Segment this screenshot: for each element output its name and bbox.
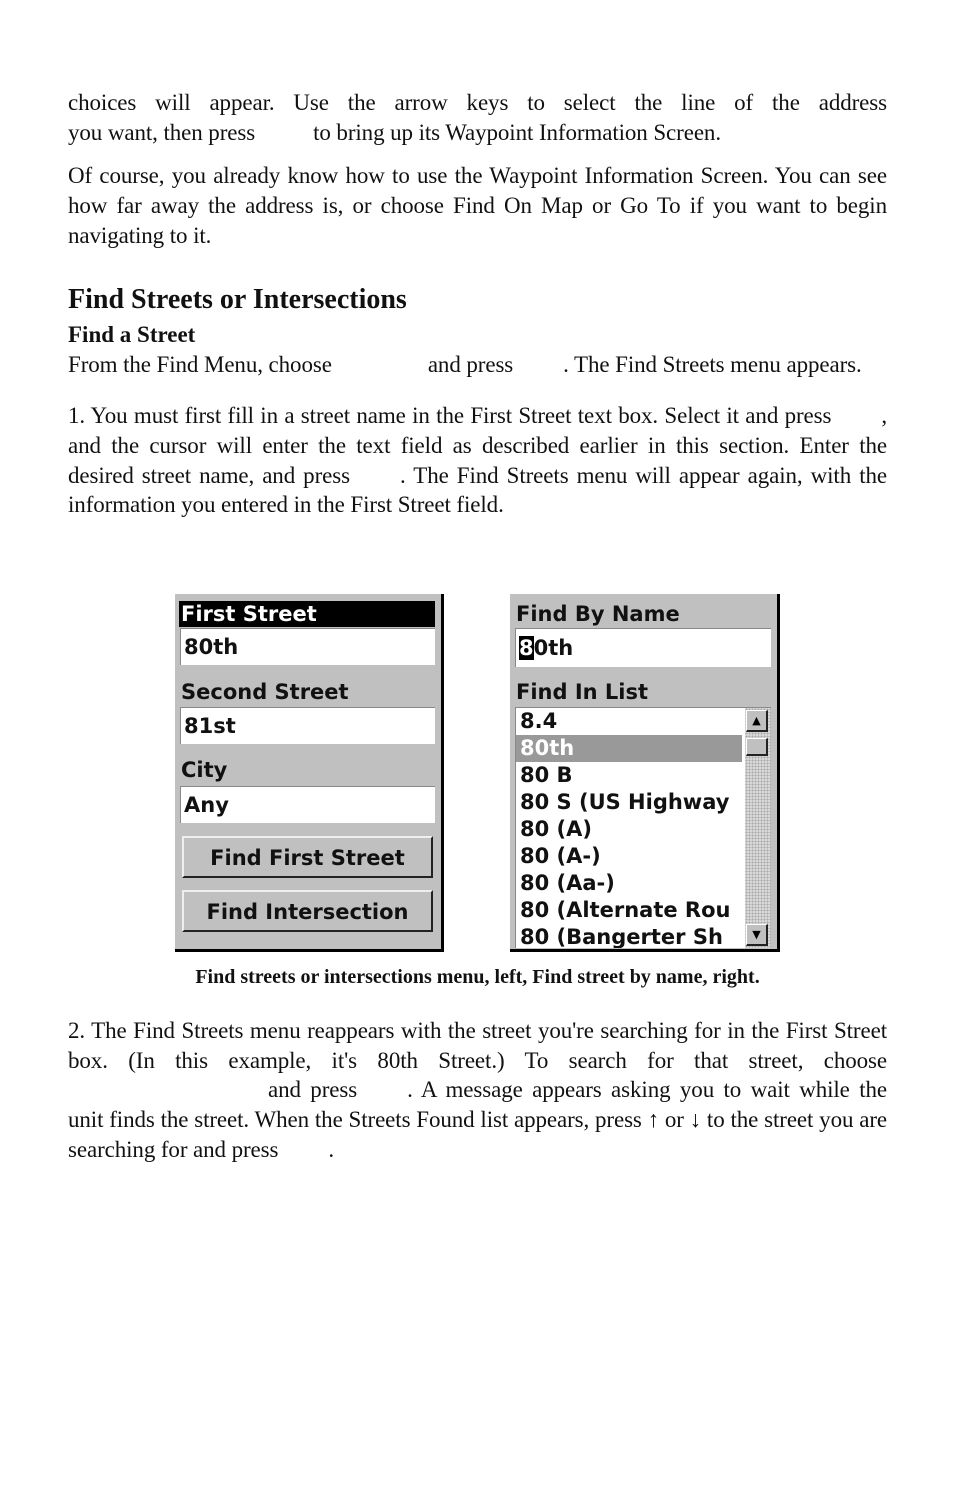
paragraph: Of course, you already know how to use t…	[68, 163, 887, 248]
text-fragment: choices will appear. Use the arrow keys …	[68, 90, 887, 115]
paragraph: 2. The Find Streets menu reappears with …	[68, 1016, 887, 1165]
list-item-selected[interactable]: 80th	[516, 735, 742, 762]
paragraph-line: you want, then press to bring up its Wayp…	[68, 118, 887, 148]
list-item[interactable]: 80 (Bangerter Sh	[516, 924, 742, 948]
street-list[interactable]: 8.4 80th 80 B 80 S (US Highway 80 (A) 80…	[515, 707, 771, 948]
text-fragment: to bring up its Waypoint Information Scr…	[313, 119, 721, 145]
paragraph-line: choices will appear. Use the arrow keys …	[68, 88, 887, 118]
list-item[interactable]: 80 B	[516, 762, 742, 789]
city-field[interactable]: Any	[180, 786, 435, 823]
text-fragment: . A message appears asking you to wait w…	[68, 1077, 887, 1162]
first-street-field[interactable]: 80th	[180, 628, 435, 665]
text-fragment: .	[328, 1136, 335, 1162]
figure-caption: Find streets or intersections menu, left…	[195, 966, 760, 988]
find-intersection-button[interactable]: Find Intersection	[182, 890, 433, 932]
field-text: 0th	[533, 636, 574, 660]
scroll-up-arrow-icon[interactable]: ▲	[746, 710, 768, 732]
list-item[interactable]: 80 (Alternate Rou	[516, 897, 742, 924]
figure-caption-wrapper: Find streets or intersections menu, left…	[68, 966, 887, 989]
scroll-thumb[interactable]	[746, 738, 768, 756]
manual-page: choices will appear. Use the arrow keys …	[68, 88, 887, 520]
text-fragment: you want, then press	[68, 119, 256, 145]
text-fragment: 2. The Find Streets menu reappears with …	[68, 1018, 887, 1073]
find-in-list-label: Find In List	[516, 680, 649, 704]
text-fragment: 1. You must first fill in a street name …	[68, 403, 832, 429]
text-fragment: From the Find Menu, choose	[68, 351, 332, 377]
scroll-down-arrow-icon[interactable]: ▼	[746, 924, 768, 946]
list-item[interactable]: 80 (A)	[516, 816, 742, 843]
section-heading: Find Streets or Intersections	[68, 283, 407, 315]
subsection-heading: Find a Street	[68, 321, 196, 347]
second-street-label: Second Street	[181, 680, 349, 704]
list-item[interactable]: 80 (Aa-)	[516, 870, 742, 897]
list-scrollbar[interactable]: ▲ ▼	[745, 708, 771, 948]
paragraph: 1. You must first fill in a street name …	[68, 401, 887, 520]
find-by-name-field[interactable]: 80th	[515, 628, 771, 667]
city-label: City	[181, 758, 228, 782]
text-fragment: . The Find Streets menu appears.	[563, 351, 862, 377]
find-first-street-button[interactable]: Find First Street	[182, 836, 433, 878]
find-streets-screen: First Street 80th Second Street 81st Cit…	[175, 594, 444, 952]
list-item[interactable]: 8.4	[516, 708, 742, 735]
list-item[interactable]: 80 (A-)	[516, 843, 742, 870]
find-by-name-screen: Find By Name 80th Find In List 8.4 80th …	[510, 594, 780, 952]
find-by-name-label: Find By Name	[516, 602, 680, 626]
second-street-field[interactable]: 81st	[180, 707, 435, 744]
text-fragment: and press	[268, 1077, 358, 1103]
list-item[interactable]: 80 S (US Highway	[516, 789, 742, 816]
paragraph: From the Find Menu, choose and press . The…	[68, 350, 887, 380]
text-fragment: and press	[427, 351, 514, 377]
step2-wrapper: 2. The Find Streets menu reappears with …	[68, 1016, 887, 1165]
first-street-label: First Street	[179, 601, 435, 627]
text-cursor: 8	[519, 636, 534, 660]
